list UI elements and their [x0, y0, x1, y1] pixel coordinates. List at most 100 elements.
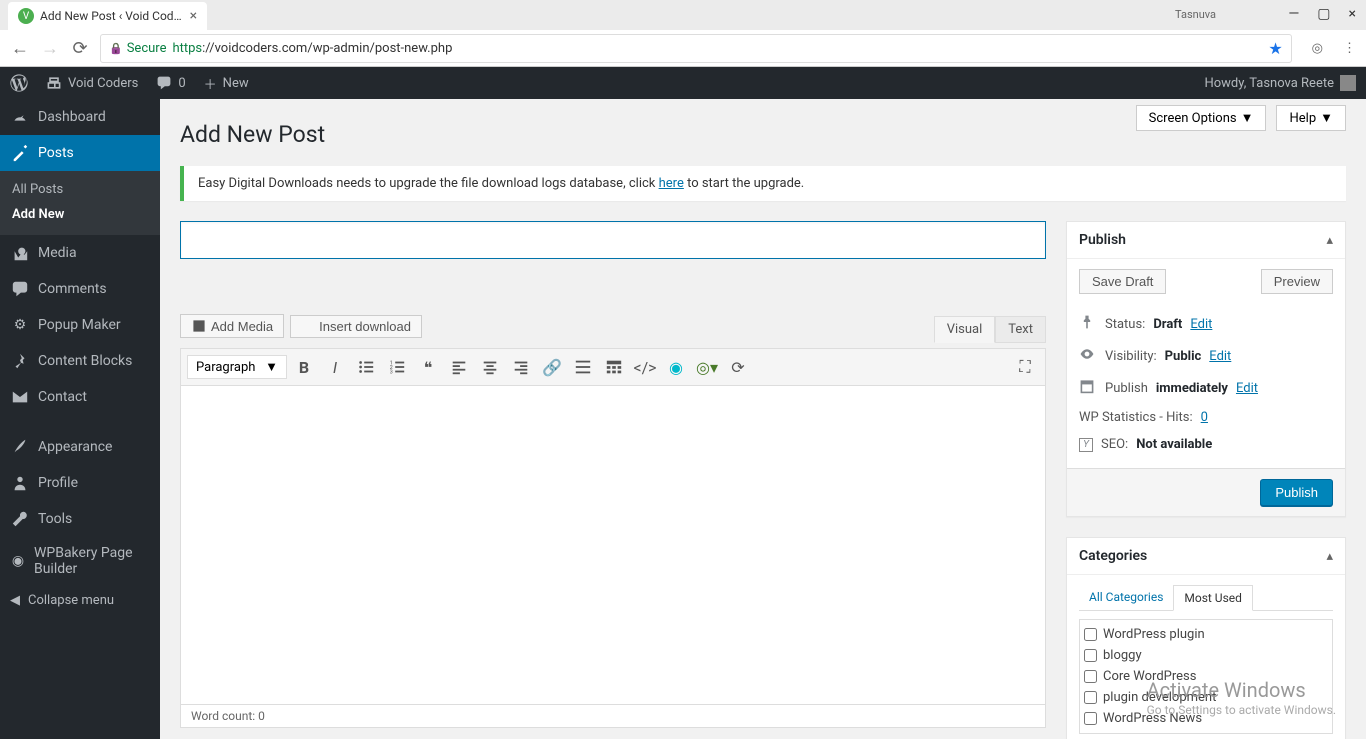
tab-text[interactable]: Text [995, 316, 1046, 343]
cat-item[interactable]: bloggy [1084, 645, 1328, 666]
dashboard-icon [10, 107, 30, 127]
publish-title: Publish [1079, 232, 1126, 248]
readmore-icon[interactable] [569, 353, 597, 381]
tab-close-icon[interactable]: × [190, 8, 197, 24]
edit-visibility-link[interactable]: Edit [1209, 349, 1231, 364]
bullet-list-icon[interactable] [352, 353, 380, 381]
code-icon[interactable]: </> [631, 353, 659, 381]
visibility-icon [1079, 346, 1097, 366]
menu-popup-maker[interactable]: ⚙Popup Maker [0, 307, 160, 343]
toggle-publish-icon[interactable]: ▴ [1326, 233, 1333, 248]
cat-tab-all[interactable]: All Categories [1079, 585, 1173, 610]
pin-icon [10, 351, 30, 371]
wrench-icon [10, 509, 30, 529]
align-center-icon[interactable] [476, 353, 504, 381]
browser-tab[interactable]: V Add New Post ‹ Void Cod… × [8, 2, 207, 30]
upgrade-here-link[interactable]: here [659, 176, 684, 191]
menu-tools[interactable]: Tools [0, 501, 160, 537]
format-select[interactable]: Paragraph▼ [187, 355, 287, 379]
menu-content-blocks[interactable]: Content Blocks [0, 343, 160, 379]
tab-favicon-icon: V [18, 8, 34, 24]
comments-badge[interactable]: 0 [156, 75, 185, 91]
comments-icon [10, 279, 30, 299]
tab-visual[interactable]: Visual [934, 316, 996, 343]
preview-button[interactable]: Preview [1261, 269, 1333, 294]
edit-status-link[interactable]: Edit [1190, 317, 1212, 332]
reload-icon[interactable]: ⟳ [70, 38, 90, 59]
url-text: https://voidcoders.com/wp-admin/post-new… [172, 41, 452, 56]
upgrade-notice: Easy Digital Downloads needs to upgrade … [180, 166, 1346, 201]
insert-download-button[interactable]: Insert download [290, 315, 422, 338]
forward-icon[interactable]: → [40, 38, 60, 59]
help-button[interactable]: Help ▼ [1276, 105, 1346, 131]
minimize-icon[interactable]: — [1288, 6, 1299, 22]
calendar-icon [1079, 378, 1097, 398]
menu-appearance[interactable]: Appearance [0, 429, 160, 465]
save-draft-button[interactable]: Save Draft [1079, 269, 1166, 294]
sync-icon[interactable]: ⟳ [724, 353, 752, 381]
categories-title: Categories [1079, 548, 1147, 564]
stats-hits-link[interactable]: 0 [1201, 410, 1208, 425]
align-right-icon[interactable] [507, 353, 535, 381]
toolbar-toggle-icon[interactable] [600, 353, 628, 381]
new-button[interactable]: ＋ New [204, 74, 249, 93]
address-bar[interactable]: Secure https://voidcoders.com/wp-admin/p… [100, 34, 1292, 63]
user-icon [10, 473, 30, 493]
close-window-icon[interactable]: × [1349, 6, 1356, 22]
publish-box: Publish ▴ Save Draft Preview Status: Dra… [1066, 221, 1346, 517]
toggle-categories-icon[interactable]: ▴ [1326, 549, 1333, 564]
number-list-icon[interactable]: 123 [383, 353, 411, 381]
cat-item[interactable]: WordPress News [1084, 708, 1328, 729]
cat-item[interactable]: plugin development [1084, 687, 1328, 708]
menu-contact[interactable]: Contact [0, 379, 160, 415]
bold-icon[interactable]: B [290, 353, 318, 381]
sub-all-posts[interactable]: All Posts [0, 177, 160, 202]
back-icon[interactable]: ← [10, 38, 30, 59]
menu-posts[interactable]: Posts [0, 135, 160, 171]
wp-logo-icon[interactable] [10, 74, 28, 92]
menu-wpbakery[interactable]: ◉WPBakery Page Builder [0, 537, 160, 585]
extension-icon[interactable]: ◎ [1312, 41, 1323, 56]
chrome-menu-icon[interactable]: ⋮ [1343, 41, 1356, 56]
user-greeting[interactable]: Howdy, Tasnova Reete [1204, 75, 1356, 91]
menu-dashboard[interactable]: Dashboard [0, 99, 160, 135]
align-left-icon[interactable] [445, 353, 473, 381]
add-media-button[interactable]: Add Media [180, 314, 284, 338]
link-icon[interactable]: 🔗 [538, 353, 566, 381]
tab-bar: V Add New Post ‹ Void Cod… × Tasnuva — ▢… [0, 0, 1366, 30]
quote-icon[interactable]: ❝ [414, 353, 442, 381]
site-name[interactable]: Void Coders [46, 75, 138, 91]
admin-sidebar: Dashboard Posts All Posts Add New Media … [0, 99, 160, 739]
publish-button[interactable]: Publish [1260, 479, 1333, 506]
secure-badge: Secure [109, 41, 166, 56]
chevron-down-icon: ▼ [265, 359, 278, 375]
toolbar-icon-green[interactable]: ◎▾ [693, 353, 721, 381]
menu-comments[interactable]: Comments [0, 271, 160, 307]
toolbar-icon-teal[interactable]: ◉ [662, 353, 690, 381]
fullscreen-icon[interactable]: ⛶ [1011, 353, 1039, 381]
post-title-input[interactable] [180, 221, 1046, 259]
edit-schedule-link[interactable]: Edit [1236, 381, 1258, 396]
sub-add-new[interactable]: Add New [0, 202, 160, 227]
cat-item[interactable]: Core WordPress [1084, 666, 1328, 687]
svg-text:3: 3 [390, 369, 393, 375]
wpbakery-icon: ◉ [10, 551, 26, 571]
posts-icon [10, 143, 30, 163]
cat-item[interactable]: WordPress plugin [1084, 624, 1328, 645]
media-icon [10, 243, 30, 263]
cat-tab-most-used[interactable]: Most Used [1173, 585, 1253, 611]
status-icon [1079, 314, 1097, 334]
editor-content[interactable] [180, 385, 1046, 705]
collapse-menu[interactable]: ◀Collapse menu [0, 585, 160, 616]
browser-profile[interactable]: Tasnuva [1175, 8, 1216, 21]
categories-box: Categories ▴ All Categories Most Used Wo… [1066, 537, 1346, 739]
italic-icon[interactable]: I [321, 353, 349, 381]
popup-icon: ⚙ [10, 315, 30, 335]
menu-profile[interactable]: Profile [0, 465, 160, 501]
menu-media[interactable]: Media [0, 235, 160, 271]
screen-options-button[interactable]: Screen Options ▼ [1136, 105, 1267, 131]
bookmark-icon[interactable]: ★ [1268, 39, 1282, 58]
category-list[interactable]: WordPress plugin bloggy Core WordPress p… [1079, 619, 1333, 734]
maximize-icon[interactable]: ▢ [1317, 6, 1330, 22]
yoast-icon: Y [1079, 438, 1093, 452]
